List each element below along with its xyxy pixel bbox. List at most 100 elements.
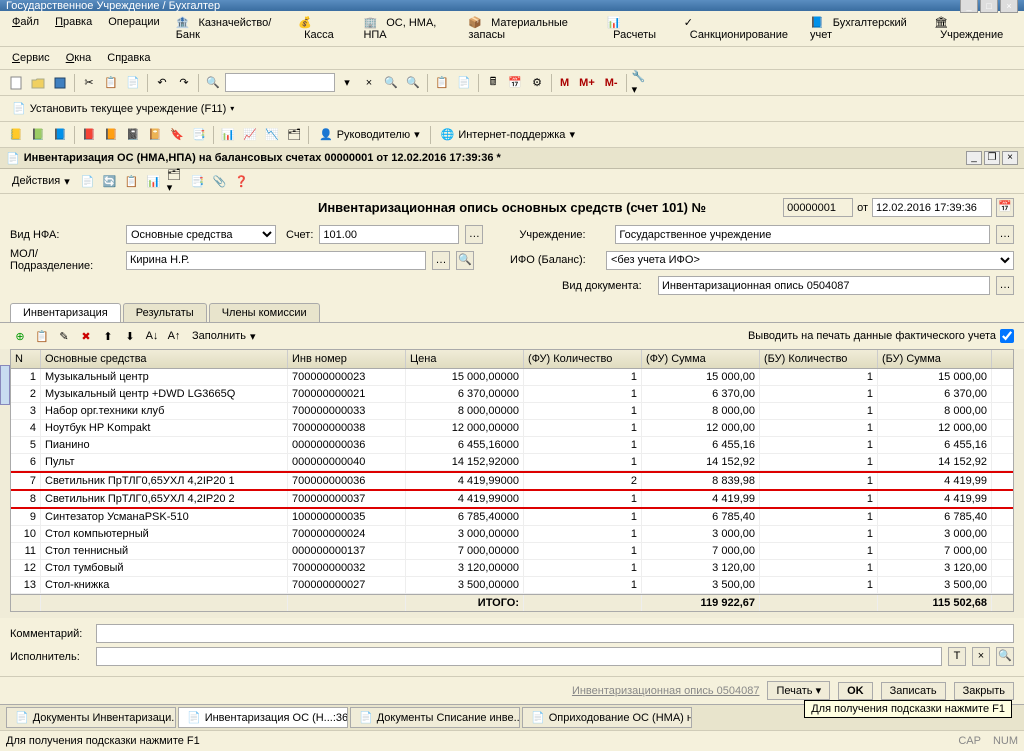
maximize-button[interactable]: □ [980,0,998,13]
tb-icon-10[interactable]: 📊 [218,125,238,145]
table-row[interactable]: 5Пианино0000000000366 455,1600016 455,16… [11,437,1013,454]
support-button[interactable]: 🌐 Интернет-поддержка ▾ [435,126,581,143]
print-actual-checkbox[interactable] [1000,329,1014,343]
sort-desc-icon[interactable]: A↑ [164,326,184,346]
comment-input[interactable] [96,624,1014,643]
doc-maximize[interactable]: ❐ [984,151,1000,165]
minimize-button[interactable]: _ [960,0,978,13]
open-icon[interactable] [28,73,48,93]
tab-commission[interactable]: Члены комиссии [209,303,320,322]
m-button[interactable]: M [556,77,573,89]
table-row[interactable]: 1Музыкальный центр70000000002315 000,000… [11,369,1013,386]
calendar-button[interactable]: 📅 [996,198,1014,217]
ifo-select[interactable]: <без учета ИФО> [606,251,1014,270]
executor-clear[interactable]: × [972,647,990,666]
menu-inst[interactable]: 🏛 Учреждение [928,14,1018,43]
table-row[interactable]: 11Стол теннисный0000000001377 000,000001… [11,543,1013,560]
account-input[interactable] [319,225,459,244]
table-row[interactable]: 3Набор орг.техники клуб7000000000338 000… [11,403,1013,420]
task-tab-1[interactable]: 📄 Документы Инвентаризаци... [6,707,176,728]
mminus-button[interactable]: M- [601,77,622,89]
search-input[interactable] [225,73,335,92]
task-tab-4[interactable]: 📄 Оприходование ОС (НМА) н... [522,707,692,728]
dt-icon-4[interactable]: 📊 [144,171,164,191]
table-row[interactable]: 7Светильник ПрТЛГ0,65УХЛ 4,2IP20 1700000… [11,471,1013,491]
tb-icon-6[interactable]: 📓 [123,125,143,145]
tb-icon-5[interactable]: 📙 [101,125,121,145]
tab-inventory[interactable]: Инвентаризация [10,303,121,322]
mol-input[interactable] [126,251,426,270]
table-row[interactable]: 8Светильник ПрТЛГ0,65УХЛ 4,2IP20 2700000… [11,491,1013,509]
dt-icon-7[interactable]: 📎 [210,171,230,191]
clear-icon[interactable]: × [359,73,379,93]
wrench-icon[interactable]: 🔧▾ [631,73,651,93]
dt-icon-5[interactable]: 🗂▾ [166,171,186,191]
menu-materials[interactable]: 📦 Материальные запасы [462,14,597,43]
table-row[interactable]: 4Ноутбук HP Kompakt70000000003812 000,00… [11,420,1013,437]
search-icon[interactable]: 🔍 [203,73,223,93]
sort-asc-icon[interactable]: A↓ [142,326,162,346]
actions-button[interactable]: Действия ▾ [6,173,76,190]
cut-icon[interactable]: ✂ [79,73,99,93]
menu-ops[interactable]: Операции [102,14,165,43]
task-tab-3[interactable]: 📄 Документы Списание инве... [350,707,520,728]
undo-icon[interactable]: ↶ [152,73,172,93]
tb-icon-13[interactable]: 🗂 [284,125,304,145]
tb-icon-12[interactable]: 📉 [262,125,282,145]
search-dropdown[interactable]: ▾ [337,73,357,93]
save-button[interactable]: Записать [881,682,946,700]
menu-accounting[interactable]: 📘 Бухгалтерский учет [804,14,924,43]
up-icon[interactable]: ⬆ [98,326,118,346]
set-institution-button[interactable]: 📄 Установить текущее учреждение (F11) ▾ [6,100,240,117]
dt-icon-2[interactable]: 🔄 [100,171,120,191]
tool-icon-1[interactable]: 📋 [432,73,452,93]
table-row[interactable]: 6Пульт00000000004014 152,92000114 152,92… [11,454,1013,471]
redo-icon[interactable]: ↷ [174,73,194,93]
tab-results[interactable]: Результаты [123,303,207,322]
table-row[interactable]: 13Стол-книжка7000000000273 500,0000013 5… [11,577,1013,594]
left-panel-handle[interactable] [0,365,10,405]
grid-body[interactable]: 1Музыкальный центр70000000002315 000,000… [11,369,1013,594]
inst-input[interactable] [615,225,990,244]
calendar-icon[interactable]: 📅 [505,73,525,93]
doc-minimize[interactable]: _ [966,151,982,165]
menu-bank[interactable]: 🏦 Казначейство/Банк [170,14,288,43]
find-prev-icon[interactable]: 🔍 [403,73,423,93]
mol-search[interactable]: 🔍 [456,251,474,270]
account-lookup[interactable]: … [465,225,483,244]
tb-icon-7[interactable]: 📔 [145,125,165,145]
doc-date-input[interactable] [872,198,992,217]
menu-windows[interactable]: Окна [60,50,98,66]
new-icon[interactable] [6,73,26,93]
doctype-input[interactable] [658,276,990,295]
menu-service[interactable]: Сервис [6,50,56,66]
table-row[interactable]: 2Музыкальный центр +DWD LG3665Q700000000… [11,386,1013,403]
find-next-icon[interactable]: 🔍 [381,73,401,93]
tb-icon-9[interactable]: 📑 [189,125,209,145]
executor-input[interactable] [96,647,942,666]
menu-sanction[interactable]: ✓ Санкционирование [678,14,800,43]
save-icon[interactable] [50,73,70,93]
tb-icon-4[interactable]: 📕 [79,125,99,145]
copy-row-icon[interactable]: 📋 [32,326,52,346]
footer-link[interactable]: Инвентаризационная опись 0504087 [572,685,760,697]
col-inv[interactable]: Инв номер [288,350,406,368]
mol-lookup[interactable]: … [432,251,450,270]
col-fusum[interactable]: (ФУ) Сумма [642,350,760,368]
tb-icon-1[interactable]: 📒 [6,125,26,145]
doc-close[interactable]: × [1002,151,1018,165]
add-icon[interactable]: ⊕ [10,326,30,346]
delete-icon[interactable]: ✖ [76,326,96,346]
tool-icon-3[interactable]: ⚙ [527,73,547,93]
mplus-button[interactable]: M+ [575,77,599,89]
print-button[interactable]: Печать ▾ [767,681,830,700]
close-button[interactable]: Закрыть [954,682,1014,700]
close-button[interactable]: × [1000,0,1018,13]
tb-icon-2[interactable]: 📗 [28,125,48,145]
task-tab-2[interactable]: 📄 Инвентаризация ОС (Н...:36 * [178,707,348,728]
tb-icon-11[interactable]: 📈 [240,125,260,145]
tb-icon-8[interactable]: 🔖 [167,125,187,145]
inst-lookup[interactable]: … [996,225,1014,244]
table-row[interactable]: 9Синтезатор УсманаPSK-5101000000000356 7… [11,509,1013,526]
doctype-lookup[interactable]: … [996,276,1014,295]
